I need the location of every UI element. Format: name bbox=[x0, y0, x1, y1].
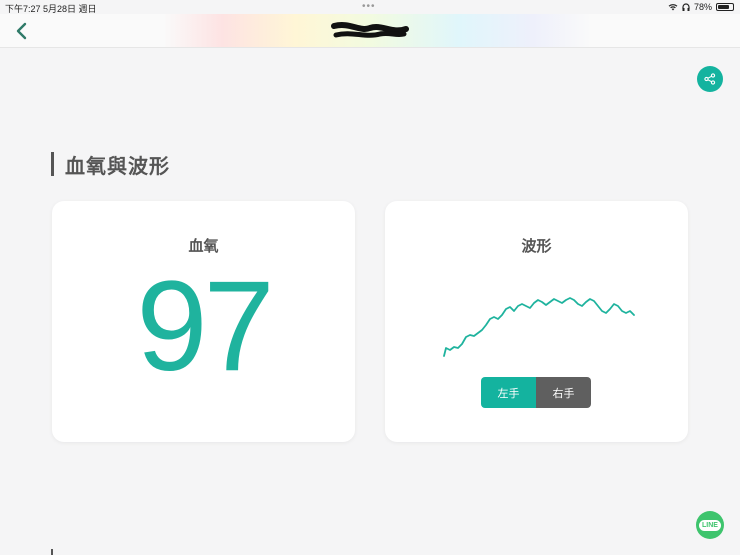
pleth-waveform bbox=[443, 297, 635, 357]
nav-title bbox=[0, 22, 740, 44]
section-accent-bar bbox=[51, 152, 54, 176]
spo2-card: 血氧 97 bbox=[52, 201, 355, 442]
waveform-card: 波形 左手 右手 bbox=[385, 201, 688, 442]
share-button[interactable] bbox=[697, 66, 723, 92]
battery-level bbox=[718, 5, 729, 9]
next-section-accent-bar bbox=[51, 549, 53, 555]
section-title: 血氧與波形 bbox=[65, 153, 170, 178]
left-hand-button[interactable]: 左手 bbox=[481, 377, 536, 408]
battery-percent: 78% bbox=[693, 2, 712, 12]
nav-bar bbox=[0, 14, 740, 48]
battery-icon bbox=[716, 3, 734, 11]
spo2-card-title: 血氧 bbox=[188, 237, 219, 255]
waveform-line bbox=[443, 297, 635, 357]
share-icon bbox=[704, 73, 716, 85]
status-bar: 下午7:27 5月28日 週日 ••• 78% bbox=[0, 0, 740, 14]
section-header: 血氧與波形 bbox=[51, 151, 170, 178]
status-right: 78% bbox=[668, 2, 734, 12]
multitasking-dots[interactable]: ••• bbox=[362, 1, 376, 12]
hand-toggle: 左手 右手 bbox=[481, 377, 591, 408]
line-icon: LINE bbox=[699, 519, 721, 531]
spo2-value: 97 bbox=[136, 255, 274, 398]
wifi-icon bbox=[668, 4, 678, 11]
redacted-title bbox=[331, 22, 409, 38]
waveform-card-title: 波形 bbox=[521, 237, 552, 255]
headphones-icon bbox=[682, 3, 690, 11]
right-hand-button[interactable]: 右手 bbox=[536, 377, 591, 408]
line-chat-button[interactable]: LINE bbox=[696, 511, 724, 539]
